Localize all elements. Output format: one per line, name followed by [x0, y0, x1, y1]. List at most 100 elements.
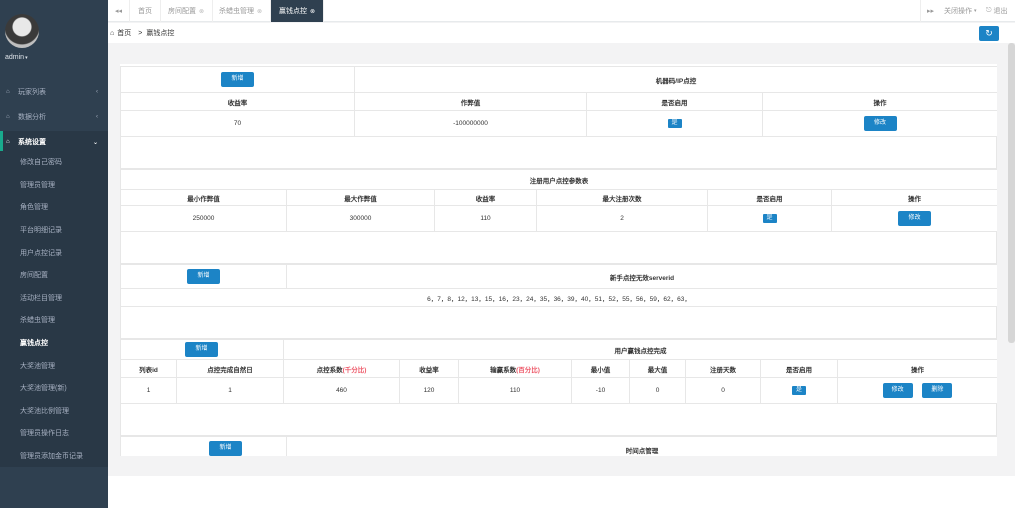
cell-rate: 70 [120, 110, 355, 137]
delete-button[interactable]: 删除 [922, 383, 953, 398]
cell-op: 修改 [761, 110, 997, 137]
cell-min: 250000 [120, 205, 287, 232]
logout-label: 退出 [993, 8, 1008, 15]
col-header: 最大注册次数 [536, 189, 708, 206]
enabled-badge: 是 [792, 386, 806, 395]
edit-button[interactable]: 修改 [898, 211, 932, 226]
add-button[interactable]: 新增 [185, 342, 218, 357]
edit-button[interactable]: 修改 [863, 116, 897, 131]
submenu-item[interactable]: 平台明细记录 [0, 219, 108, 242]
username-dropdown[interactable]: admin▾ [5, 54, 28, 61]
submenu-item[interactable]: 管理员操作日志 [0, 422, 108, 445]
submenu-item[interactable]: 管理员添加金币记录 [0, 445, 108, 468]
cell-enabled: 是 [760, 377, 838, 404]
cell-max: 300000 [286, 205, 435, 232]
edit-button[interactable]: 修改 [882, 383, 913, 398]
spacer [120, 404, 997, 436]
breadcrumb-bar: ⌂ 首页 > 赢钱点控 ↻ [108, 23, 1015, 43]
menu-data-analysis[interactable]: ⌂ 数据分析 ‹ [0, 106, 108, 128]
cell-max-reg: 2 [536, 205, 708, 232]
serverid-list: 6，7，8，12，13，15，16，23，24，35，36，39，40，51，5… [120, 288, 997, 307]
tab-room-config[interactable]: 房间配置 ⊗ [160, 0, 214, 22]
table-row: 70 -100000000 是 修改 [120, 110, 997, 137]
tab-label: 房间配置 [168, 8, 196, 15]
col-header: 作弊值 [354, 92, 587, 111]
close-ops-dropdown[interactable]: 关闭操作 ▾ [944, 0, 977, 22]
newbie-serverid-table: 新增 新手点控无效serverid 6，7，8，12，13，15，16，23，2… [120, 264, 997, 307]
menu-label: 玩家列表 [18, 89, 46, 96]
home-icon: ⌂ [6, 114, 10, 120]
enabled-badge: 是 [762, 214, 777, 223]
menu-system-settings[interactable]: ⌂ 系统设置 ⌄ [0, 131, 108, 153]
add-cell: 新增 [120, 66, 355, 93]
win-label: 输赢系数 [490, 366, 517, 374]
add-button[interactable]: 新增 [209, 441, 242, 456]
col-header: 操作 [830, 189, 997, 206]
tab-home[interactable]: 首页 [130, 0, 161, 22]
col-header-win: 输赢系数(百分比) [458, 359, 572, 378]
add-button[interactable]: 新增 [187, 269, 220, 284]
submenu-item[interactable]: 房间配置 [0, 264, 108, 287]
tabs-backward-icon[interactable]: ◂◂ [108, 0, 130, 22]
submenu-item[interactable]: 大奖池管理(新) [0, 377, 108, 400]
col-header: 最小作弊值 [120, 189, 287, 206]
home-icon: ⌂ [6, 89, 10, 95]
cell-rate: 110 [434, 205, 537, 232]
add-cell: 新增 [120, 436, 287, 456]
col-header-min: 最小值 [571, 359, 630, 378]
submenu-item[interactable]: 活动栏目管理 [0, 287, 108, 310]
submenu-item-active[interactable]: 赢钱点控 [0, 332, 108, 355]
tab-label: 首页 [138, 8, 152, 15]
col-header-enabled: 是否启用 [760, 359, 838, 378]
caret-down-icon: ▾ [974, 8, 977, 14]
chevron-left-icon: ‹ [96, 114, 98, 120]
submenu-item[interactable]: 用户点控记录 [0, 241, 108, 264]
tab-bug-manage[interactable]: 杀蜡虫管理 ⊗ [211, 0, 272, 22]
breadcrumb-separator: > [138, 29, 143, 37]
menu-player-list[interactable]: ⌂ 玩家列表 ‹ [0, 81, 108, 103]
section-title: 注册用户点控参数表 [120, 169, 997, 190]
section-title: 新手点控无效serverid [286, 264, 997, 289]
cell-cheat: -100000000 [354, 110, 587, 137]
register-control-table: 注册用户点控参数表 最小作弊值 最大作弊值 收益率 最大注册次数 是否启用 操作… [120, 169, 997, 232]
col-header-max: 最大值 [629, 359, 686, 378]
avatar[interactable] [5, 14, 39, 48]
table-row: 250000 300000 110 2 是 修改 [120, 205, 997, 232]
close-icon[interactable]: ⊗ [310, 8, 315, 15]
tabs-forward-icon[interactable]: ▸▸ [920, 0, 940, 22]
col-header-ratio: 点控系数(千分比) [283, 359, 400, 378]
col-header-id: 列表id [120, 359, 177, 378]
submenu-item[interactable]: 大奖池管理 [0, 354, 108, 377]
refresh-button[interactable]: ↻ [979, 26, 999, 41]
main-content: 新增 机器码/IP点控 收益率 作弊值 是否启用 操作 70 -10000000… [120, 64, 997, 456]
menu-label: 系统设置 [18, 139, 46, 146]
cell-min: -10 [571, 377, 630, 404]
col-header: 最大作弊值 [286, 189, 435, 206]
close-icon[interactable]: ⊗ [199, 8, 204, 15]
footer-strip [108, 476, 1015, 508]
tab-win-control[interactable]: 赢钱点控 ⊗ [271, 0, 325, 22]
section-title: 机器码/IP点控 [353, 66, 997, 93]
submenu-item[interactable]: 杀蜡虫管理 [0, 309, 108, 332]
refresh-icon: ↻ [985, 28, 993, 38]
submenu: 修改自己密码 管理员管理 角色管理 平台明细记录 用户点控记录 房间配置 活动栏… [0, 151, 108, 468]
close-icon[interactable]: ⊗ [257, 8, 262, 15]
breadcrumb-home[interactable]: 首页 [117, 28, 131, 38]
chevron-left-icon: ‹ [96, 89, 98, 95]
submenu-item[interactable]: 大奖池比例管理 [0, 400, 108, 423]
cell-op: 修改 [830, 205, 997, 232]
add-cell: 新增 [120, 264, 287, 289]
add-button[interactable]: 新增 [221, 72, 254, 87]
submenu-item[interactable]: 管理员管理 [0, 174, 108, 197]
username-label: admin [5, 54, 25, 61]
logout-button[interactable]: ⎋ 退出 [986, 0, 1008, 22]
cell-ratio: 460 [283, 377, 400, 404]
machine-ip-control-table: 新增 机器码/IP点控 收益率 作弊值 是否启用 操作 70 -10000000… [120, 66, 997, 137]
add-cell: 新增 [120, 339, 284, 360]
submenu-item[interactable]: 角色管理 [0, 196, 108, 219]
sidebar: admin▾ ⌂ 玩家列表 ‹ ⌂ 数据分析 ‹ ⌂ 系统设置 ⌄ 修改自己密码… [0, 0, 108, 508]
ratio-unit: (千分比) [342, 366, 367, 374]
submenu-item[interactable]: 修改自己密码 [0, 151, 108, 174]
spacer [120, 232, 997, 264]
scrollbar[interactable] [1008, 43, 1015, 343]
